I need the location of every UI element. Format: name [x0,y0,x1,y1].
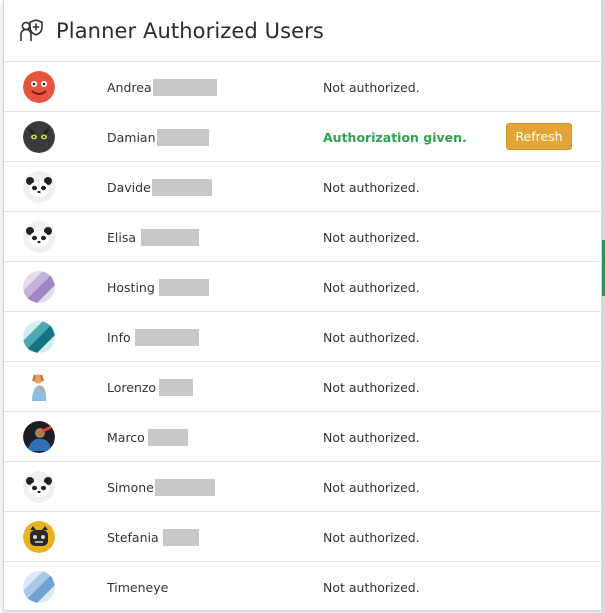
authorization-status: Not authorized. [323,79,420,95]
red-ball-avatar [23,71,55,103]
user-row: Elisa Not authorized. [4,212,601,262]
authorized-users-dialog: Planner Authorized Users Andrea Not auth… [3,0,602,611]
panda-avatar [23,171,55,203]
redacted-surname [156,128,209,146]
redacted-surname [154,478,215,496]
redacted-surname [158,278,209,296]
authorization-status: Not authorized. [323,279,420,295]
user-row: Stefania Not authorized. [4,512,601,562]
user-name: Marco [107,429,145,445]
praying-figure-avatar [23,371,55,403]
redacted-surname [134,328,199,346]
teal-stripe-avatar [23,321,55,353]
panda-avatar [23,221,55,253]
authorization-status: Not authorized. [323,379,420,395]
user-name: Stefania [107,529,159,545]
refresh-button[interactable]: Refresh [506,123,572,150]
user-name: Damian [107,129,156,145]
user-name: Info [107,329,131,345]
dialog-title: Planner Authorized Users [56,18,324,43]
blue-stripe-avatar [23,571,55,603]
user-row: Marco Not authorized. [4,412,601,462]
authorization-status: Not authorized. [323,229,420,245]
user-row: Info Not authorized. [4,312,601,362]
authorization-status: Not authorized. [323,329,420,345]
user-row: Lorenzo Not authorized. [4,362,601,412]
authorization-status: Not authorized. [323,429,420,445]
user-row: Timeneye Not authorized. [4,562,601,612]
redacted-surname [162,528,199,546]
redacted-surname [147,428,188,446]
photo-avatar [23,421,55,453]
user-name: Elisa [107,229,137,245]
redacted-surname [151,178,212,196]
user-shield-icon [20,18,43,41]
user-row: Davide Not authorized. [4,162,601,212]
user-name: Lorenzo [107,379,157,395]
redacted-surname [159,378,194,396]
purple-stripe-avatar [23,271,55,303]
black-cat-avatar [23,121,55,153]
dialog-header: Planner Authorized Users [4,0,601,62]
authorization-status: Not authorized. [323,529,420,545]
user-row: Andrea Not authorized. [4,62,601,112]
user-row: Simone Not authorized. [4,462,601,512]
user-name: Hosting [107,279,155,295]
authorization-status: Not authorized. [323,479,420,495]
panda-avatar [23,471,55,503]
authorization-status: Not authorized. [323,179,420,195]
user-row: Hosting Not authorized. [4,262,601,312]
authorization-status: Not authorized. [323,579,420,595]
user-name: Simone [107,479,154,495]
user-row: Damian Authorization given. Refresh [4,112,601,162]
user-name: Andrea [107,79,152,95]
black-cat-yellow-avatar [23,521,55,553]
redacted-surname [141,228,200,246]
user-list: Andrea Not authorized. Damian Authorizat… [4,62,601,612]
user-name: Davide [107,179,151,195]
redacted-surname [152,78,217,96]
authorization-status: Authorization given. [323,129,467,145]
user-name: Timeneye [107,579,169,595]
